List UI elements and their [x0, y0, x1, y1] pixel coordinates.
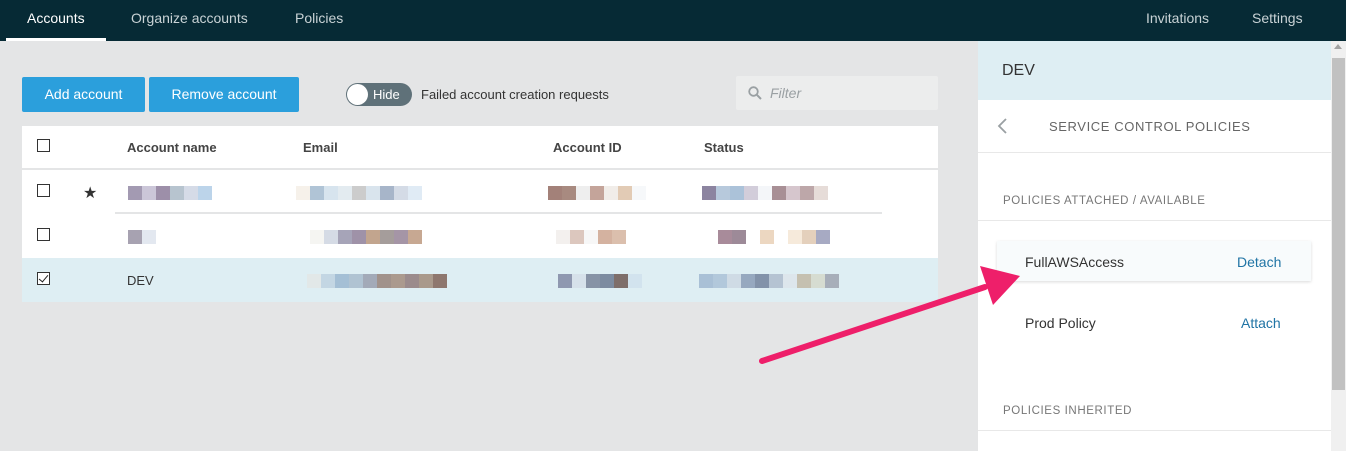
search-icon	[748, 86, 762, 100]
redacted-email	[307, 274, 447, 288]
hide-failed-toggle[interactable]: Hide	[346, 83, 412, 106]
failed-requests-label: Failed account creation requests	[421, 87, 609, 102]
scrollbar-thumb[interactable]	[1332, 58, 1345, 390]
remove-account-button[interactable]: Remove account	[149, 77, 299, 112]
attached-section-label: POLICIES ATTACHED / AVAILABLE	[1003, 195, 1206, 207]
table-row[interactable]	[22, 214, 938, 258]
tab-policies[interactable]: Policies	[274, 0, 364, 41]
redacted-status	[704, 230, 830, 244]
table-row[interactable]: ★	[22, 170, 938, 214]
account-name: DEV	[127, 273, 154, 288]
attach-link[interactable]: Attach	[1241, 315, 1281, 331]
service-control-policies-heading: SERVICE CONTROL POLICIES	[1049, 119, 1251, 134]
panel-title: DEV	[1002, 62, 1035, 79]
toggle-knob	[347, 84, 368, 105]
column-email[interactable]: Email	[303, 140, 338, 155]
redacted-email	[310, 230, 422, 244]
section-divider	[978, 430, 1331, 431]
detach-link[interactable]: Detach	[1237, 254, 1281, 270]
star-icon[interactable]: ★	[83, 183, 97, 203]
redacted-account-name	[128, 186, 212, 200]
section-divider	[978, 220, 1331, 221]
column-status[interactable]: Status	[704, 140, 744, 155]
scroll-up-arrow-icon[interactable]	[1334, 44, 1342, 49]
filter-input[interactable]	[770, 76, 930, 110]
toggle-label: Hide	[373, 87, 400, 102]
redacted-account-name	[128, 230, 156, 244]
select-all-checkbox[interactable]	[37, 139, 50, 152]
column-account-name[interactable]: Account name	[127, 140, 217, 155]
details-panel: DEV SERVICE CONTROL POLICIES POLICIES AT…	[978, 41, 1331, 451]
inherited-section-label: POLICIES INHERITED	[1003, 405, 1133, 417]
redacted-email	[296, 186, 436, 200]
redacted-account-id	[558, 274, 642, 288]
column-account-id[interactable]: Account ID	[553, 140, 622, 155]
policy-card-fullawsaccess: FullAWSAccess Detach	[997, 241, 1311, 281]
row-checkbox[interactable]	[37, 184, 50, 197]
row-checkbox[interactable]	[37, 272, 50, 285]
filter-box	[736, 76, 938, 110]
panel-subheader: SERVICE CONTROL POLICIES	[978, 100, 1331, 153]
redacted-status	[699, 274, 839, 288]
panel-header: DEV	[978, 41, 1331, 100]
tab-settings[interactable]: Settings	[1231, 0, 1324, 41]
redacted-status	[702, 186, 828, 200]
chevron-left-icon[interactable]	[996, 117, 1010, 135]
table-row[interactable]: DEV	[22, 258, 938, 302]
accounts-table: Account name Email Account ID Status ★ D…	[22, 126, 938, 302]
tab-invitations[interactable]: Invitations	[1125, 0, 1230, 41]
redacted-account-id	[548, 186, 646, 200]
policy-name: FullAWSAccess	[1025, 254, 1125, 270]
top-nav: Accounts Organize accounts Policies Invi…	[0, 0, 1346, 41]
row-checkbox[interactable]	[37, 228, 50, 241]
policy-name: Prod Policy	[1025, 315, 1096, 331]
table-header: Account name Email Account ID Status	[22, 126, 938, 170]
redacted-account-id	[556, 230, 626, 244]
tab-accounts[interactable]: Accounts	[6, 0, 106, 41]
tab-organize-accounts[interactable]: Organize accounts	[110, 0, 269, 41]
add-account-button[interactable]: Add account	[22, 77, 145, 112]
